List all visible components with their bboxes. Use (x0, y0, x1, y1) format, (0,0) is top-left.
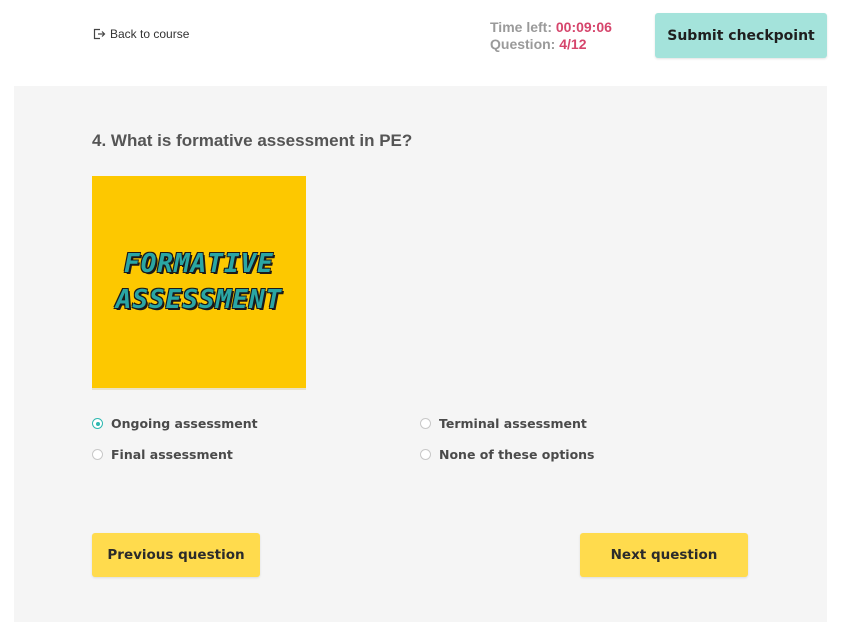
next-question-button[interactable]: Next question (580, 533, 748, 577)
radio-icon[interactable] (92, 449, 103, 460)
radio-selected-icon[interactable] (92, 418, 103, 429)
quiz-page: Back to course Time left: 00:09:06 Quest… (0, 0, 850, 638)
option-terminal-assessment[interactable]: Terminal assessment (420, 416, 587, 431)
option-label: None of these options (439, 447, 595, 462)
option-label: Ongoing assessment (111, 416, 258, 431)
radio-icon[interactable] (420, 449, 431, 460)
option-none-of-these[interactable]: None of these options (420, 447, 595, 462)
image-text-line-1: FORMATIVE (124, 249, 274, 279)
option-label: Terminal assessment (439, 416, 587, 431)
time-left-label: Time left: (490, 19, 552, 35)
question-image: FORMATIVE ASSESSMENT (92, 176, 306, 390)
exit-icon (92, 27, 106, 41)
question-title: 4. What is formative assessment in PE? (92, 131, 413, 150)
radio-icon[interactable] (420, 418, 431, 429)
image-text-line-2: ASSESSMENT (115, 285, 283, 315)
quiz-status: Time left: 00:09:06 Question: 4/12 (490, 19, 612, 53)
back-link-label: Back to course (110, 27, 190, 41)
question-panel: 4. What is formative assessment in PE? F… (14, 86, 827, 622)
time-left-value: 00:09:06 (555, 19, 612, 35)
back-to-course-link[interactable]: Back to course (92, 27, 189, 41)
previous-question-button[interactable]: Previous question (92, 533, 260, 577)
question-counter-label: Question: (490, 36, 556, 52)
option-ongoing-assessment[interactable]: Ongoing assessment (92, 416, 258, 431)
option-label: Final assessment (111, 447, 233, 462)
time-left: Time left: 00:09:06 (490, 19, 612, 36)
question-counter: Question: 4/12 (490, 36, 612, 53)
option-final-assessment[interactable]: Final assessment (92, 447, 233, 462)
submit-checkpoint-button[interactable]: Submit checkpoint (655, 13, 827, 58)
question-counter-value: 4/12 (559, 36, 587, 52)
